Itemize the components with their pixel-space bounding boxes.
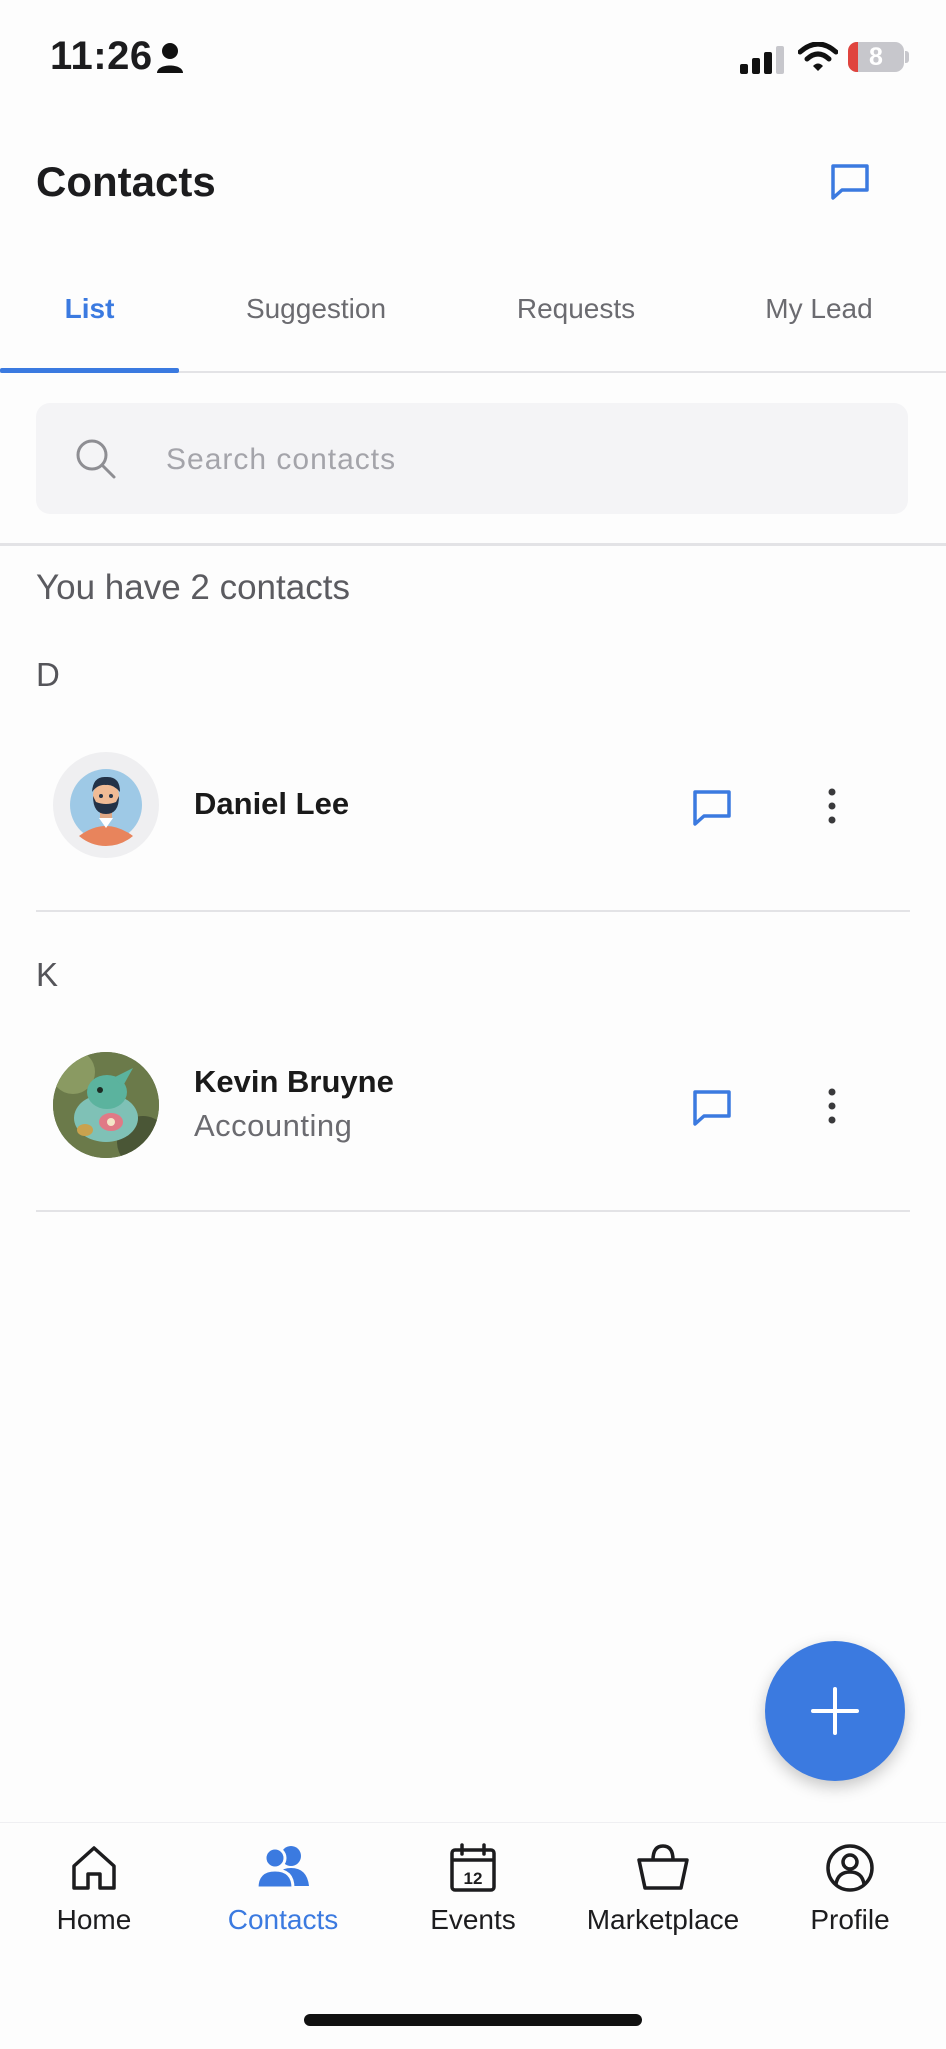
active-tab-indicator	[0, 368, 179, 373]
section-header-k: K	[36, 956, 59, 993]
battery-level: 8	[869, 43, 883, 71]
contact-name: Daniel Lee	[194, 786, 350, 821]
signal-icon	[740, 46, 784, 74]
nav-contacts[interactable]: Contacts	[203, 1842, 363, 1936]
tab-requests[interactable]: Requests	[476, 293, 676, 325]
calendar-icon: 12	[450, 1843, 496, 1892]
calendar-badge: 12	[464, 1869, 483, 1888]
tab-my-lead[interactable]: My Lead	[720, 293, 918, 325]
search-input[interactable]	[166, 440, 866, 480]
home-icon	[72, 1846, 116, 1890]
section-header-d: D	[36, 656, 60, 693]
wifi-icon	[798, 42, 838, 71]
nav-label: Events	[430, 1904, 516, 1935]
contacts-count: You have 2 contacts	[36, 568, 350, 607]
more-options-icon[interactable]	[824, 786, 840, 826]
battery-nub	[905, 51, 909, 63]
nav-label: Home	[56, 1904, 132, 1935]
contact-department: Accounting	[194, 1108, 353, 1143]
add-contact-button[interactable]	[765, 1641, 905, 1781]
tab-list[interactable]: List	[0, 293, 179, 325]
nav-home[interactable]: Home	[14, 1842, 174, 1936]
profile-icon	[826, 1844, 874, 1892]
search-icon	[76, 439, 116, 479]
nav-marketplace[interactable]: Marketplace	[573, 1842, 753, 1936]
status-time: 11:26	[50, 34, 153, 78]
battery-icon: 8	[848, 42, 904, 72]
nav-profile[interactable]: Profile	[770, 1842, 930, 1936]
tab-suggestion[interactable]: Suggestion	[216, 293, 416, 325]
row-divider	[36, 910, 910, 912]
nav-label: Profile	[810, 1904, 890, 1935]
avatar-image	[53, 1052, 159, 1158]
bag-icon	[637, 1844, 689, 1890]
chat-icon[interactable]	[690, 788, 734, 828]
more-options-icon[interactable]	[824, 1086, 840, 1126]
page-title: Contacts	[36, 158, 216, 205]
chat-icon[interactable]	[828, 162, 872, 202]
avatar	[53, 752, 159, 858]
person-icon	[157, 43, 183, 73]
nav-label: Contacts	[227, 1904, 339, 1935]
plus-icon	[811, 1687, 859, 1735]
row-divider	[36, 1210, 910, 1212]
contact-name: Kevin Bruyne	[194, 1064, 394, 1099]
chat-icon[interactable]	[690, 1088, 734, 1128]
avatar-illustration	[70, 769, 142, 846]
home-indicator[interactable]	[304, 2014, 642, 2026]
nav-label: Marketplace	[586, 1904, 740, 1935]
search-divider	[0, 543, 946, 546]
avatar	[53, 1052, 159, 1158]
contacts-icon	[255, 1846, 309, 1890]
nav-events[interactable]: 12 Events	[393, 1842, 553, 1936]
